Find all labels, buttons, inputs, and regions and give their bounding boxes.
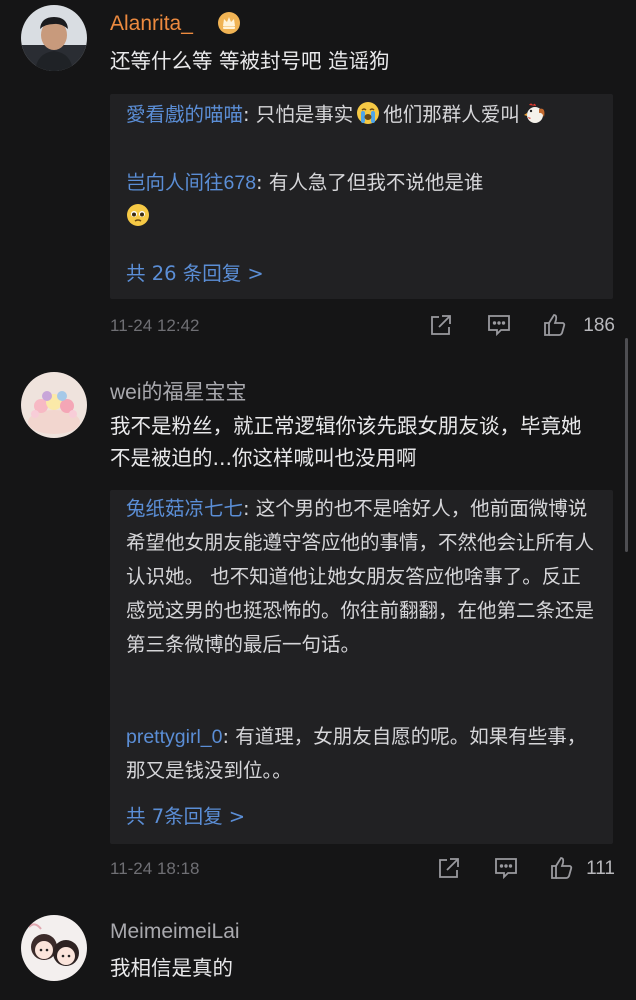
comment-actions: 11-24 12:42 186: [110, 312, 615, 342]
comment-icon[interactable]: [486, 312, 512, 338]
avatar[interactable]: [21, 372, 87, 438]
reply-text: : 有人急了但我不说他是谁: [256, 171, 484, 194]
comment-item: MeimeimeiLai 我相信是真的: [0, 908, 636, 1000]
comment-text: 我不是粉丝，就正常逻辑你该先跟女朋友谈，毕竟她不是被迫的...你这样喊叫也没用啊: [110, 414, 582, 470]
more-replies-link[interactable]: 共 26 条回复 >: [126, 257, 264, 286]
reply-text: : 这个男的也不是啥好人，他前面微博说希望他女朋友能遵守答应他的事情，不然他会让…: [126, 497, 595, 656]
comment-actions: 11-24 18:18 111: [110, 855, 615, 885]
comment-item: Alanrita_ 还等什么等 等被封号吧 造谣狗 愛看戲的喵喵: 只怕是事实 他…: [0, 0, 636, 350]
reply-username[interactable]: 愛看戲的喵喵: [126, 104, 243, 126]
comment-feed: Alanrita_ 还等什么等 等被封号吧 造谣狗 愛看戲的喵喵: 只怕是事实 他…: [0, 0, 636, 1000]
crown-icon: [217, 11, 241, 35]
username[interactable]: Alanrita_: [110, 12, 193, 36]
reply-username[interactable]: 岂向人间往678: [126, 172, 256, 194]
thumbs-up-icon[interactable]: [549, 855, 575, 881]
pleading-face-emoji: [126, 203, 150, 227]
reply-item: 愛看戲的喵喵: 只怕是事实 他们那群人爱叫: [126, 98, 596, 132]
crying-face-emoji: [356, 101, 380, 125]
more-replies-link[interactable]: 共 7条回复 >: [126, 800, 245, 829]
comment-text: 我相信是真的: [110, 956, 233, 980]
reply-preview-box[interactable]: 兔纸菇凉七七: 这个男的也不是啥好人，他前面微博说希望他女朋友能遵守答应他的事情…: [110, 490, 613, 844]
reply-text: 他们那群人爱叫: [383, 103, 520, 126]
timestamp: 11-24 18:18: [110, 859, 200, 878]
username[interactable]: wei的福星宝宝: [110, 376, 247, 406]
share-icon[interactable]: [436, 855, 462, 881]
username[interactable]: MeimeimeiLai: [110, 920, 240, 944]
timestamp: 11-24 12:42: [110, 316, 200, 335]
comment-text: 还等什么等 等被封号吧 造谣狗: [110, 49, 390, 73]
reply-item: 岂向人间往678: 有人急了但我不说他是谁: [126, 166, 596, 234]
thumbs-up-icon[interactable]: [542, 312, 568, 338]
reply-item: prettygirl_0: 有道理，女朋友自愿的呢。如果有些事，那又是钱没到位。…: [126, 720, 596, 788]
like-count: 186: [583, 315, 615, 336]
like-count: 111: [586, 858, 615, 879]
reply-username[interactable]: 兔纸菇凉七七: [126, 498, 243, 520]
reply-text: : 只怕是事实: [243, 103, 354, 126]
avatar[interactable]: [21, 915, 87, 981]
reply-preview-box[interactable]: 愛看戲的喵喵: 只怕是事实 他们那群人爱叫 岂向人间往678: 有人急了但我不说他…: [110, 94, 613, 299]
avatar[interactable]: [21, 5, 87, 71]
comment-item: wei的福星宝宝 我不是粉丝，就正常逻辑你该先跟女朋友谈，毕竟她不是被迫的...…: [0, 362, 636, 900]
reply-username[interactable]: prettygirl_0: [126, 726, 222, 748]
comment-icon[interactable]: [493, 855, 519, 881]
rooster-emoji: [523, 101, 547, 125]
reply-item: 兔纸菇凉七七: 这个男的也不是啥好人，他前面微博说希望他女朋友能遵守答应他的事情…: [126, 492, 596, 662]
share-icon[interactable]: [428, 312, 454, 338]
